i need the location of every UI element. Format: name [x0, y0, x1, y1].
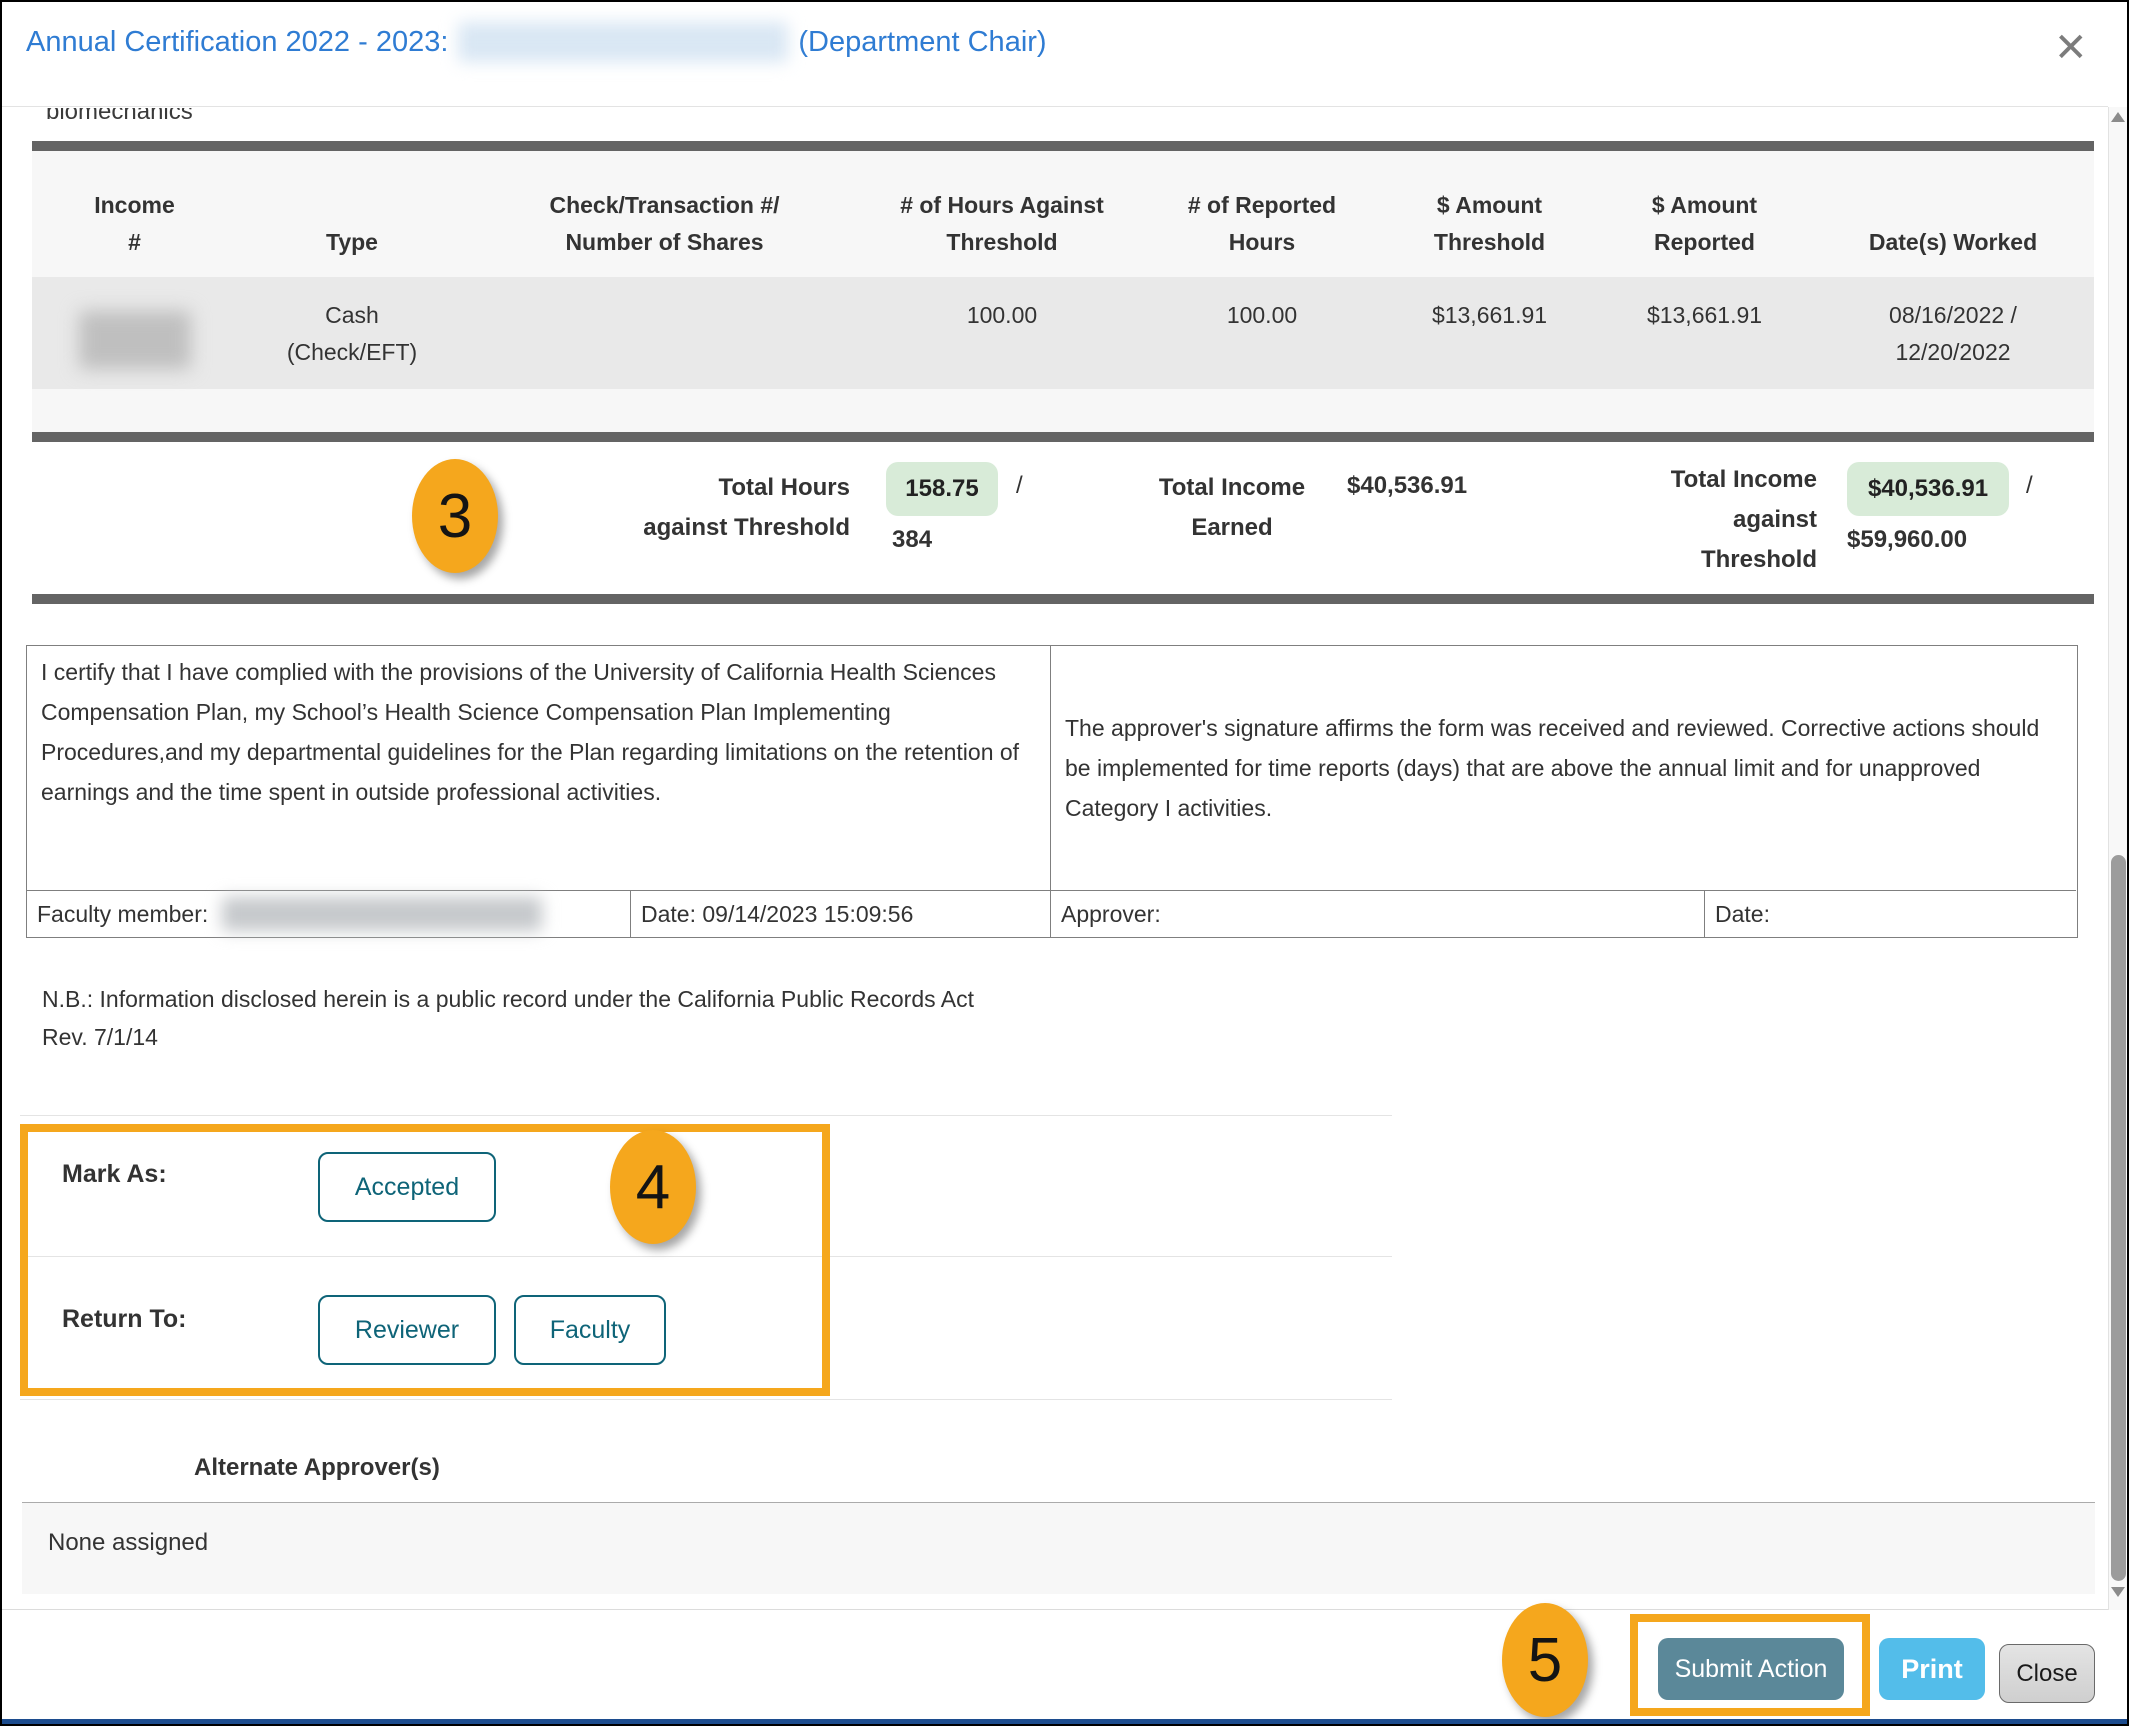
- print-button[interactable]: Print: [1879, 1638, 1985, 1700]
- total-income-threshold-max: $59,960.00: [1847, 526, 1967, 554]
- col-income-number: Income #: [32, 187, 237, 277]
- annual-certification-modal: Annual Certification 2022 - 2023: (Depar…: [0, 0, 2129, 1726]
- close-icon[interactable]: ✕: [2054, 28, 2088, 68]
- total-hours-value-highlight: 158.75: [886, 462, 998, 516]
- col-dates-worked: Date(s) Worked: [1812, 224, 2094, 277]
- hours-slash: /: [1016, 472, 1023, 500]
- redacted-faculty-signature: [222, 897, 542, 931]
- col-amount-reported: $ Amount Reported: [1597, 187, 1812, 277]
- alternate-approvers-heading: Alternate Approver(s): [194, 1454, 440, 1482]
- total-income-earned-label: Total Income Earned: [1122, 468, 1342, 548]
- table-bottom-bar: [32, 594, 2094, 604]
- col-reported-hours: # of Reported Hours: [1142, 187, 1382, 277]
- faculty-certification-statement: I certify that I have complied with the …: [27, 646, 1051, 891]
- cell-amount-threshold: $13,661.91: [1382, 277, 1597, 334]
- alternate-approvers-value: None assigned: [48, 1529, 208, 1557]
- modal-title-suffix: (Department Chair): [798, 26, 1046, 59]
- revision-note: Rev. 7/1/14: [42, 1024, 158, 1051]
- close-button[interactable]: Close: [1999, 1644, 2095, 1703]
- income-slash: /: [2026, 472, 2033, 500]
- scrollbar-down-arrow-icon[interactable]: [2111, 1587, 2125, 1597]
- header-divider: [2, 106, 2108, 107]
- cell-hours-against-threshold: 100.00: [862, 277, 1142, 334]
- annotation-step-3-badge: 3: [412, 459, 498, 573]
- col-hours-against-threshold: # of Hours Against Threshold: [862, 187, 1142, 277]
- faculty-member-cell: Faculty member:: [27, 891, 631, 937]
- faculty-date-cell: Date: 09/14/2023 15:09:56: [631, 891, 1051, 937]
- public-record-note: N.B.: Information disclosed herein is a …: [42, 986, 974, 1013]
- approver-date-cell: Date:: [1705, 891, 2076, 937]
- vertical-scrollbar-thumb[interactable]: [2111, 855, 2126, 1581]
- modal-title: Annual Certification 2022 - 2023: (Depar…: [26, 22, 1047, 62]
- mark-as-label: Mark As:: [62, 1160, 167, 1189]
- income-table-row: Cash (Check/EFT) 100.00 100.00 $13,661.9…: [32, 277, 2094, 389]
- income-table-header: Income # Type Check/Transaction #/ Numbe…: [32, 151, 2094, 277]
- approver-certification-statement: The approver's signature affirms the for…: [1051, 646, 2076, 891]
- total-income-threshold-label: Total Income against Threshold: [1632, 460, 1817, 580]
- certification-table: I certify that I have complied with the …: [26, 645, 2078, 938]
- redacted-faculty-name-title: [458, 22, 788, 62]
- approver-cell: Approver:: [1051, 891, 1705, 937]
- total-hours-label: Total Hours against Threshold: [600, 468, 850, 548]
- divider-below-return-to: [20, 1399, 1392, 1400]
- table-top-bar: [32, 141, 2094, 151]
- annotation-step-5-badge: 5: [1502, 1603, 1588, 1717]
- total-income-threshold-highlight: $40,536.91: [1847, 462, 2009, 516]
- col-check-transaction: Check/Transaction #/ Number of Shares: [467, 187, 862, 277]
- modal-title-prefix: Annual Certification 2022 - 2023:: [26, 26, 448, 59]
- cell-type: Cash (Check/EFT): [237, 277, 467, 371]
- scrollbar-up-arrow-icon[interactable]: [2111, 112, 2125, 122]
- submit-action-button[interactable]: Submit Action: [1658, 1638, 1844, 1700]
- cell-reported-hours: 100.00: [1142, 277, 1382, 334]
- cell-amount-reported: $13,661.91: [1597, 277, 1812, 334]
- alternate-approvers-row: [22, 1502, 2095, 1594]
- bottom-blue-strip: [2, 1719, 2127, 1726]
- clipped-scroll-text: biomechanics: [46, 108, 193, 123]
- total-hours-max: 384: [892, 526, 932, 554]
- annotation-step-4-badge: 4: [610, 1130, 696, 1244]
- cell-dates-worked: 08/16/2022 / 12/20/2022: [1812, 277, 2094, 371]
- faculty-button[interactable]: Faculty: [514, 1295, 666, 1365]
- footer-divider: [2, 1609, 2108, 1610]
- cell-income-number: [32, 277, 237, 369]
- total-income-earned-value: $40,536.91: [1347, 472, 1467, 500]
- return-to-label: Return To:: [62, 1305, 187, 1334]
- table-mid-bar: [32, 432, 2094, 442]
- divider-above-mark-as: [20, 1115, 1392, 1116]
- col-type: Type: [237, 224, 467, 277]
- reviewer-button[interactable]: Reviewer: [318, 1295, 496, 1365]
- redacted-income-number: [79, 311, 191, 369]
- cell-check-transaction: [467, 277, 862, 297]
- col-amount-threshold: $ Amount Threshold: [1382, 187, 1597, 277]
- accepted-button[interactable]: Accepted: [318, 1152, 496, 1222]
